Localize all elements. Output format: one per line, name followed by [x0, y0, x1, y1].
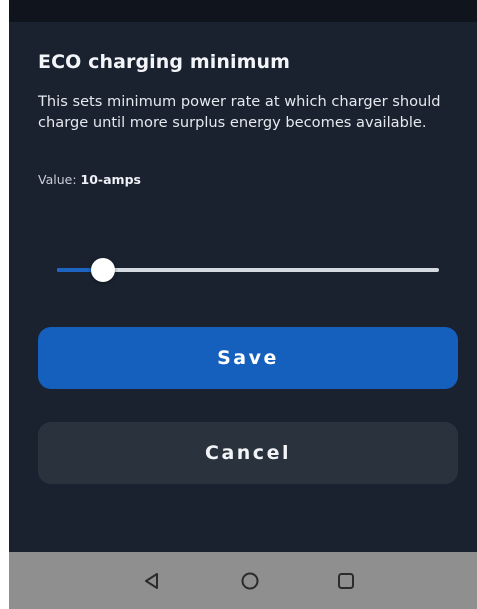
status-bar [9, 0, 477, 22]
value-amount: 10-amps [80, 172, 141, 187]
value-label: Value: [38, 172, 77, 187]
recents-square-icon[interactable] [333, 568, 359, 594]
app-frame: ECO charging minimum This sets minimum p… [9, 0, 477, 609]
slider-thumb[interactable] [90, 258, 115, 282]
amps-slider[interactable] [53, 256, 443, 284]
home-circle-icon[interactable] [237, 568, 263, 594]
cancel-button[interactable]: Cancel [38, 422, 458, 484]
value-readout: Value: 10-amps [38, 172, 141, 187]
save-button[interactable]: Save [38, 327, 458, 389]
back-triangle-icon[interactable] [139, 568, 165, 594]
dialog-title: ECO charging minimum [38, 51, 290, 73]
dialog-description: This sets minimum power rate at which ch… [38, 93, 441, 131]
navigation-bar [9, 552, 477, 609]
